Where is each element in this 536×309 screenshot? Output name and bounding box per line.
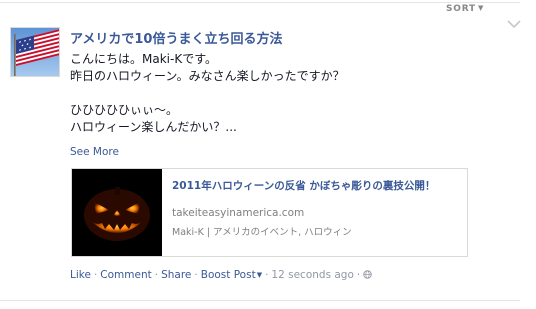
boost-post-label: Boost Post [200,269,256,281]
like-link[interactable]: Like [70,269,91,281]
separator-dot: · [93,269,98,281]
caret-down-icon: ▼ [478,4,485,12]
us-flag-avatar [11,28,59,76]
sort-dropdown[interactable]: SORT ▼ [446,4,484,14]
see-more-link[interactable]: See More [70,146,119,158]
comment-link[interactable]: Comment [100,269,151,281]
news-feed-story: SORT ▼ アメリカで10倍うまく立ち回る方法 こんにちは。Maki-Kです。… [0,0,536,309]
avatar[interactable] [10,27,60,77]
chevron-down-icon[interactable] [506,18,522,30]
divider [0,300,520,301]
link-description: Maki-K | アメリカのイベント, ハロウィン [172,227,352,238]
link-domain: takeiteasyinamerica.com [172,207,305,219]
link-preview-card[interactable]: 2011年ハロウィーンの反省 かぼちゃ彫りの裏技公開！ takeiteasyin… [71,168,468,257]
divider [0,2,520,3]
separator-dot: · [194,269,198,281]
page-name-link[interactable]: アメリカで10倍うまく立ち回る方法 [70,28,282,47]
jack-o-lantern-image [72,169,162,256]
caret-down-icon: ▼ [256,271,263,279]
link-title[interactable]: 2011年ハロウィーンの反省 かぼちゃ彫りの裏技公開！ [172,179,435,194]
timestamp-link[interactable]: 12 seconds ago [271,269,353,281]
post-text-line: こんにちは。Maki-Kです。 [70,52,217,66]
boost-post-button[interactable]: Boost Post▼ [201,269,262,281]
story-actions: Like · Comment · Share · Boost Post▼ · 12 second… [70,269,372,281]
sort-label: SORT [446,4,476,14]
share-link[interactable]: Share [161,269,191,281]
post-text-line: 昨日のハロウィーン。みなさん楽しかったですか？ [70,69,345,83]
globe-icon[interactable] [363,270,372,279]
post-text-line: ひひひひひぃぃ～。 [70,103,179,117]
separator-dot: · [356,269,361,281]
separator-dot: · [154,269,159,281]
separator-dot: · [265,269,269,281]
post-text-line: ハロウィーン楽しんだかい？... [70,120,237,134]
